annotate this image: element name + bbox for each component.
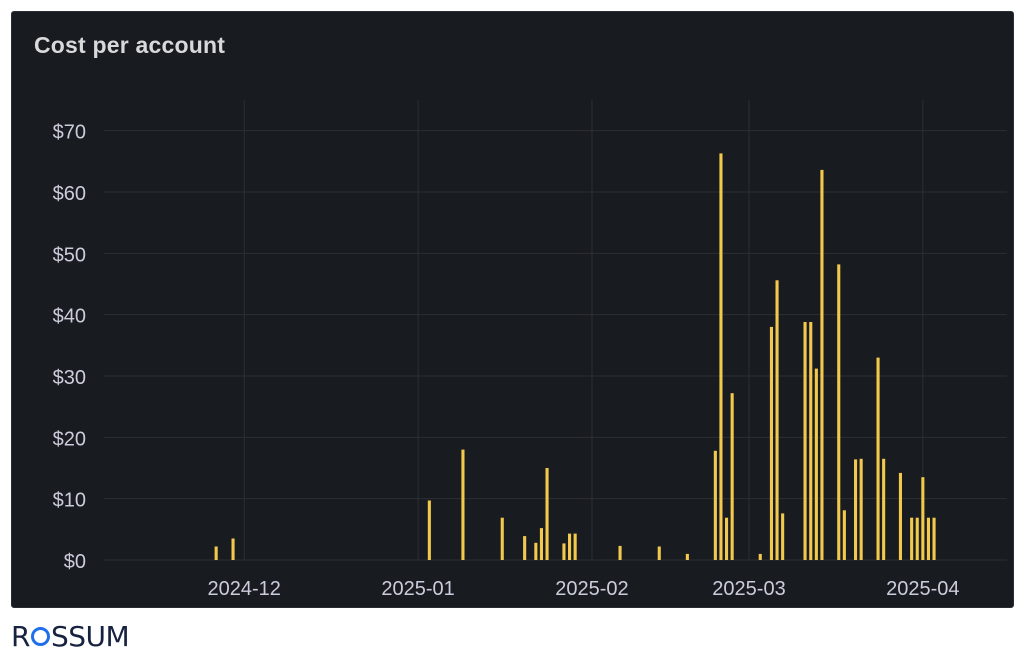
bar [814, 368, 818, 560]
chart-panel: Cost per account $0 $10 $20 $30 $40 $50 $60 $70… [11, 11, 1014, 608]
logo-text-end: SSUM [50, 620, 130, 653]
y-tick-label: $20 [53, 428, 86, 450]
bar [842, 510, 846, 560]
bar [730, 393, 734, 560]
bar [932, 517, 936, 560]
bar-chart: $0 $10 $20 $30 $40 $50 $60 $70 2024-12 2025-01 202… [53, 100, 1007, 600]
y-tick-label: $10 [53, 490, 86, 512]
bar [758, 553, 762, 560]
bar [713, 450, 717, 560]
bar [573, 533, 577, 560]
bar [854, 459, 858, 560]
bar [534, 542, 538, 560]
bar [500, 517, 504, 560]
bar [657, 546, 661, 560]
y-tick-label: $40 [53, 306, 86, 328]
bar [882, 458, 886, 560]
bar [769, 326, 773, 560]
bar [781, 513, 785, 560]
bar [618, 545, 622, 560]
bar [809, 322, 813, 560]
bar [837, 264, 841, 560]
bar [725, 517, 729, 560]
x-tick-label: 2025-03 [712, 578, 785, 600]
y-tick-label: $50 [53, 244, 86, 266]
bar [926, 517, 930, 560]
x-tick-label: 2025-04 [886, 578, 959, 600]
bar [231, 538, 235, 560]
bar [719, 153, 723, 560]
bar [562, 543, 566, 560]
logo-ring-icon [30, 627, 50, 646]
bar [876, 357, 880, 560]
bar [568, 533, 572, 560]
bar [898, 472, 902, 560]
y-tick-label: $60 [53, 183, 86, 205]
bar [820, 169, 824, 560]
bar [214, 546, 218, 560]
bar [461, 449, 465, 560]
bar [910, 517, 914, 560]
x-tick-label: 2025-02 [555, 578, 628, 600]
bar [545, 468, 549, 560]
bar [775, 280, 779, 560]
x-tick-label: 2025-01 [381, 578, 454, 600]
y-tick-label: $70 [53, 122, 86, 144]
bar [427, 500, 431, 560]
x-tick-label: 2024-12 [208, 578, 281, 600]
bar [915, 517, 919, 560]
y-tick-label: $30 [53, 367, 86, 389]
bar [523, 536, 527, 560]
bar [859, 458, 863, 560]
bar [803, 322, 807, 560]
bar [685, 553, 689, 560]
bar [921, 477, 925, 560]
y-tick-label: $0 [64, 551, 86, 573]
bar [539, 528, 543, 560]
logo-text-start: R [11, 620, 30, 653]
rossum-logo: R SSUM [11, 620, 130, 653]
